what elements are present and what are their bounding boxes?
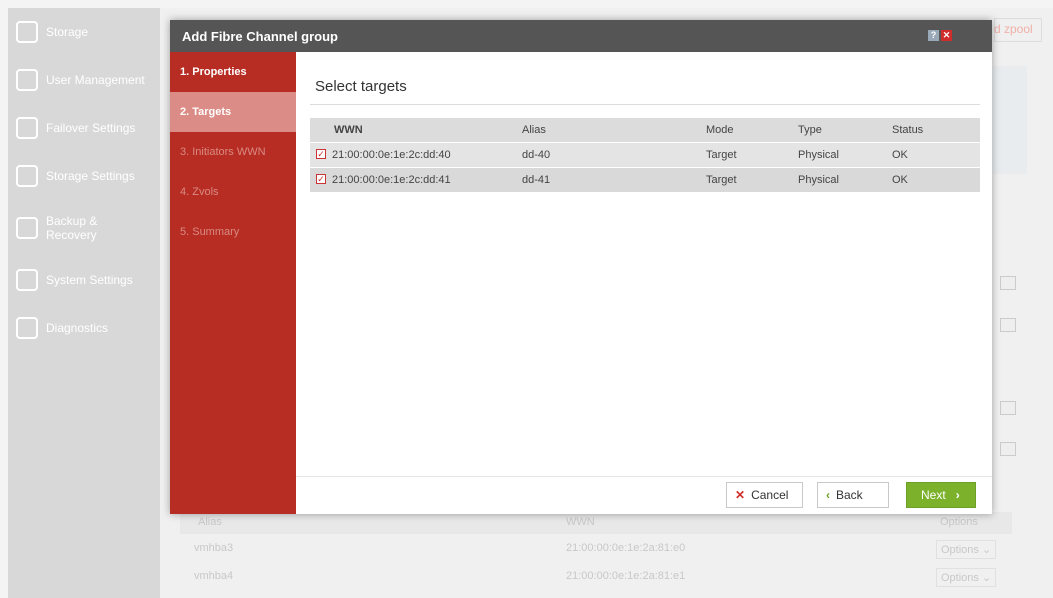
background-table-header: Alias WWN Options [180, 512, 1012, 534]
row-alias: dd-41 [522, 174, 551, 186]
background-control[interactable] [1000, 442, 1016, 456]
sidebar-item-label: Diagnostics [46, 321, 109, 335]
row-mode: Target [706, 149, 737, 161]
row-type: Physical [798, 174, 839, 186]
cancel-button[interactable]: ✕ Cancel [726, 482, 803, 508]
divider [310, 104, 980, 105]
options-label: Options [941, 544, 979, 556]
table-row[interactable]: ✓ 21:00:00:0e:1e:2c:dd:41 dd-41 Target P… [310, 168, 980, 192]
failover-icon [16, 117, 38, 139]
next-button[interactable]: Next › [906, 482, 976, 508]
sidebar-item-label: Failover Settings [46, 121, 136, 135]
chevron-left-icon: ‹ [826, 488, 830, 502]
row-wwn: 21:00:00:0e:1e:2c:dd:41 [332, 174, 451, 186]
column-header-status: Status [892, 124, 924, 136]
table-row: vmhba3 21:00:00:0e:1e:2a:81:e0 Options ⌄ [180, 538, 1012, 560]
targets-table: WWN Alias Mode Type Status ✓ 21:00:00:0e… [310, 118, 980, 192]
options-dropdown[interactable]: Options ⌄ [936, 540, 997, 559]
users-icon [16, 69, 38, 91]
sidebar-item-label: Storage Settings [46, 169, 135, 183]
sidebar-item-storage[interactable]: Storage [8, 8, 160, 56]
step-targets[interactable]: 2. Targets [170, 92, 296, 132]
add-fibre-channel-group-dialog: Add Fibre Channel group ? ✕ 1. Propertie… [170, 20, 992, 514]
storage-settings-icon [16, 165, 38, 187]
database-icon [16, 21, 38, 43]
background-control[interactable] [1000, 318, 1016, 332]
main-sidebar: Storage User Management Failover Setting… [8, 8, 160, 598]
cancel-label: Cancel [751, 488, 789, 502]
row-checkbox[interactable]: ✓ [316, 149, 326, 159]
column-header-mode: Mode [706, 124, 734, 136]
backup-icon [16, 217, 38, 239]
footer-divider [296, 476, 992, 477]
help-icon[interactable]: ? [928, 30, 939, 41]
column-header-type: Type [798, 124, 822, 136]
row-wwn: 21:00:00:0e:1e:2c:dd:40 [332, 149, 451, 161]
background-control[interactable] [1000, 401, 1016, 415]
chevron-right-icon: › [955, 488, 960, 502]
system-settings-icon [16, 269, 38, 291]
row-status: OK [892, 174, 908, 186]
dialog-title: Add Fibre Channel group [182, 28, 338, 44]
row-alias: vmhba4 [194, 570, 234, 582]
sidebar-item-label: User Management [46, 73, 145, 87]
back-button[interactable]: ‹ Back [817, 482, 889, 508]
row-checkbox[interactable]: ✓ [316, 174, 326, 184]
sidebar-item-failover-settings[interactable]: Failover Settings [8, 104, 160, 152]
row-mode: Target [706, 174, 737, 186]
row-status: OK [892, 149, 908, 161]
column-header-options: Options [940, 516, 978, 528]
background-panel [993, 66, 1027, 174]
dialog-title-bar: Add Fibre Channel group ? ✕ [170, 20, 992, 52]
row-alias: vmhba3 [194, 542, 234, 554]
sidebar-item-storage-settings[interactable]: Storage Settings [8, 152, 160, 200]
next-label: Next [921, 488, 946, 502]
column-header-wwn: WWN [566, 516, 595, 528]
sidebar-item-backup-recovery[interactable]: Backup & Recovery [8, 200, 160, 256]
step-initiators-wwn: 3. Initiators WWN [180, 146, 266, 158]
sidebar-item-diagnostics[interactable]: Diagnostics [8, 304, 160, 352]
table-row[interactable]: ✓ 21:00:00:0e:1e:2c:dd:40 dd-40 Target P… [310, 143, 980, 167]
sidebar-item-user-management[interactable]: User Management [8, 56, 160, 104]
wizard-steps: 1. Properties 2. Targets 3. Initiators W… [170, 52, 296, 514]
add-zpool-label: d zpool [994, 22, 1033, 36]
options-label: Options [941, 572, 979, 584]
step-zvols: 4. Zvols [180, 186, 219, 198]
back-label: Back [836, 488, 863, 502]
sidebar-item-label: Storage [46, 25, 89, 39]
sidebar-item-system-settings[interactable]: System Settings [8, 256, 160, 304]
column-header-wwn: WWN [334, 124, 363, 136]
diagnostics-icon [16, 317, 38, 339]
dialog-content: Select targets WWN Alias Mode Type Statu… [296, 52, 992, 514]
step-properties[interactable]: 1. Properties [170, 52, 296, 92]
close-icon[interactable]: ✕ [941, 30, 952, 41]
row-wwn: 21:00:00:0e:1e:2a:81:e1 [566, 570, 686, 582]
row-alias: dd-40 [522, 149, 551, 161]
column-header-alias: Alias [522, 124, 546, 136]
column-header-alias: Alias [198, 516, 222, 528]
table-row: vmhba4 21:00:00:0e:1e:2a:81:e1 Options ⌄ [180, 566, 1012, 588]
step-summary: 5. Summary [180, 226, 240, 238]
row-wwn: 21:00:00:0e:1e:2a:81:e0 [566, 542, 686, 554]
sidebar-item-label: Backup & Recovery [46, 214, 98, 242]
options-dropdown[interactable]: Options ⌄ [936, 568, 997, 587]
table-header: WWN Alias Mode Type Status [310, 118, 980, 142]
close-icon: ✕ [735, 488, 746, 502]
section-heading: Select targets [315, 78, 407, 95]
row-type: Physical [798, 149, 839, 161]
background-control[interactable] [1000, 276, 1016, 290]
sidebar-item-label: System Settings [46, 273, 133, 287]
